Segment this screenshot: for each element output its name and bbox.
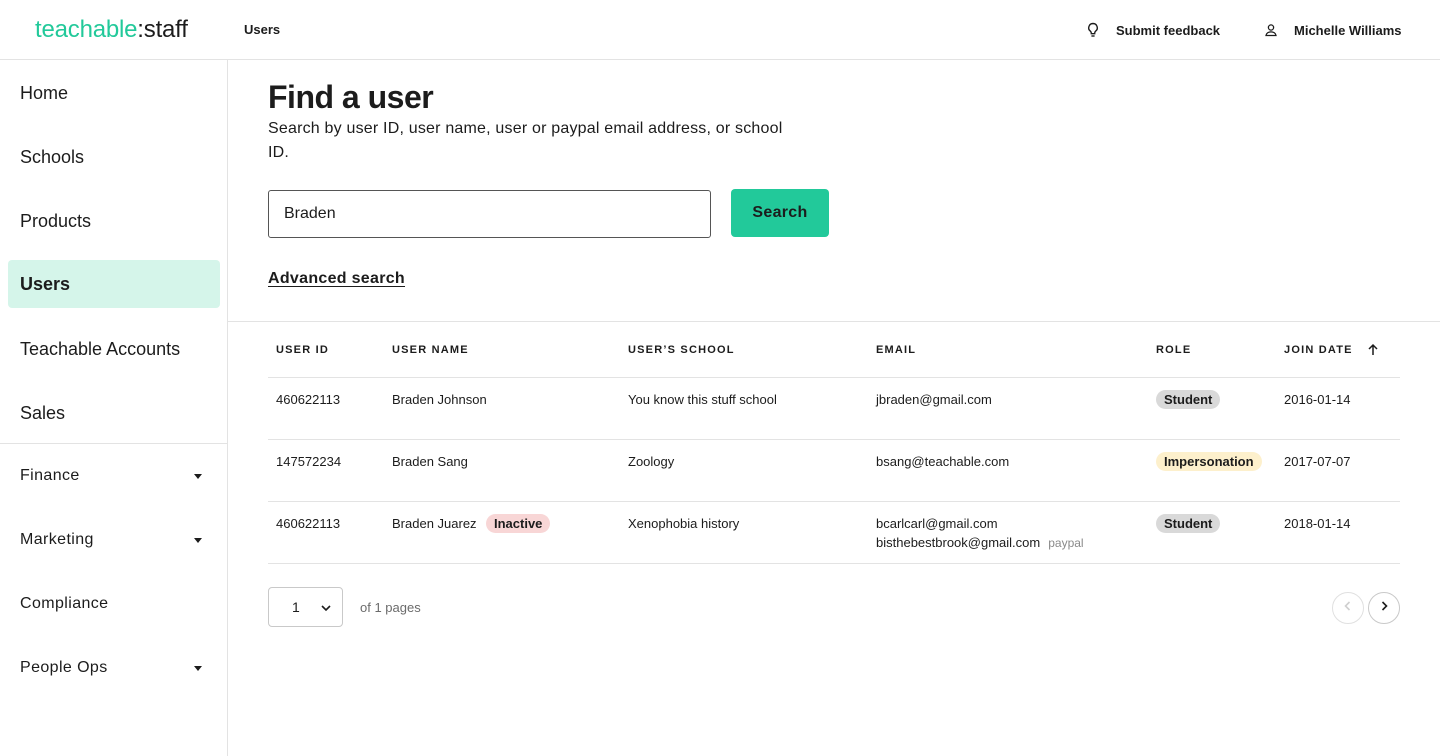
sidebar-group-label: Compliance [20,595,109,612]
cell-join-date: 2016-01-14 [1284,392,1351,407]
role-badge: Student [1156,514,1221,533]
sidebar-group-label: Marketing [20,531,94,548]
sidebar-item-label: Teachable Accounts [20,338,181,359]
submit-feedback-label: Submit feedback [1116,22,1221,38]
cell-email: bsang@teachable.com [876,454,1010,469]
top-header: teachable:staff Users Submit feedback Mi… [0,0,1440,60]
section-divider [228,321,1440,322]
cell-user-id: 460622113 [276,516,341,531]
column-header-email[interactable]: Email [876,344,916,356]
logo-suffix-text: staff [143,16,188,43]
cell-user-name[interactable]: Braden Juarez [392,516,477,532]
next-page-button[interactable] [1368,592,1400,624]
sidebar: Home Schools Products Users Teachable Ac… [0,60,228,756]
cell-school[interactable]: Zoology [628,454,674,470]
role-badge: Student [1156,390,1221,409]
sidebar-group-marketing[interactable]: Marketing [8,516,220,564]
sidebar-item-sales[interactable]: Sales [8,389,220,437]
sidebar-item-label: Products [20,210,92,231]
caret-down-icon [194,537,202,543]
page-title: Find a user [268,79,434,115]
row-divider [268,377,1400,378]
column-header-role[interactable]: Role [1156,344,1191,356]
search-button[interactable]: Search [731,189,829,237]
column-header-join-date[interactable]: Join date [1284,344,1353,356]
row-divider [268,563,1400,564]
column-header-users-school[interactable]: User’s school [628,344,735,356]
cell-email: jbraden@gmail.com [876,392,992,407]
cell-join-date: 2018-01-14 [1284,516,1351,531]
cell-user-id: 147572234 [276,454,342,469]
cell-school[interactable]: You know this stuff school [628,392,777,408]
paypal-tag: paypal [1048,536,1084,550]
sidebar-item-label: Users [20,273,71,294]
sidebar-group-people-ops[interactable]: People Ops [8,644,220,692]
column-header-user-id[interactable]: User ID [276,344,329,356]
user-menu[interactable]: Michelle Williams [1264,20,1402,40]
page-count-label: of 1 pages [360,600,421,615]
sidebar-item-label: Home [20,82,69,103]
status-badge: Inactive [486,514,551,533]
row-divider [268,439,1400,440]
sidebar-item-schools[interactable]: Schools [8,133,220,181]
sidebar-item-label: Schools [20,146,85,167]
cell-school[interactable]: Xenophobia history [628,516,739,532]
sidebar-group-label: Finance [20,467,80,484]
lightbulb-icon [1086,22,1100,38]
cell-email: bcarlcarl@gmail.com [876,516,998,531]
arrow-up-icon[interactable] [1366,343,1380,357]
sidebar-group-finance[interactable]: Finance [8,452,220,500]
row-divider [268,501,1400,502]
caret-down-icon [194,473,202,479]
cell-user-name[interactable]: Braden Sang [392,454,468,470]
sidebar-item-home[interactable]: Home [8,69,220,117]
paypal-email: bisthebestbrook@gmail.com [876,535,1041,550]
sidebar-divider [0,443,227,444]
advanced-search-link[interactable]: Advanced search [268,269,405,289]
caret-down-icon [194,665,202,671]
cell-user-id: 460622113 [276,392,341,407]
chevron-right-icon [1378,599,1390,617]
sidebar-item-label: Sales [20,402,66,423]
sidebar-group-label: People Ops [20,659,108,676]
logo-brand-text: teachable [35,16,138,43]
current-page-value: 1 [292,599,300,615]
role-badge: Impersonation [1156,452,1262,471]
previous-page-button[interactable] [1332,592,1364,624]
sidebar-item-users[interactable]: Users [8,260,220,308]
user-name: Michelle Williams [1294,22,1402,38]
sidebar-item-products[interactable]: Products [8,197,220,245]
sidebar-item-teachable-accounts[interactable]: Teachable Accounts [8,325,220,373]
page-subtitle: Search by user ID, user name, user or pa… [268,120,783,161]
submit-feedback-button[interactable]: Submit feedback [1086,20,1220,40]
teachable-staff-logo[interactable]: teachable:staff [35,15,188,45]
chevron-down-icon [320,601,332,617]
chevron-left-icon [1342,599,1354,617]
cell-join-date: 2017-07-07 [1284,454,1351,469]
breadcrumb: Users [244,22,281,37]
cell-user-name[interactable]: Braden Johnson [392,392,487,408]
search-input[interactable] [268,190,711,238]
user-icon [1264,23,1278,37]
column-header-user-name[interactable]: User name [392,344,469,356]
page-select[interactable]: 1 [268,587,343,627]
cell-paypal-email: bisthebestbrook@gmail.com paypal [876,535,1084,551]
sidebar-group-compliance[interactable]: Compliance [8,580,220,628]
